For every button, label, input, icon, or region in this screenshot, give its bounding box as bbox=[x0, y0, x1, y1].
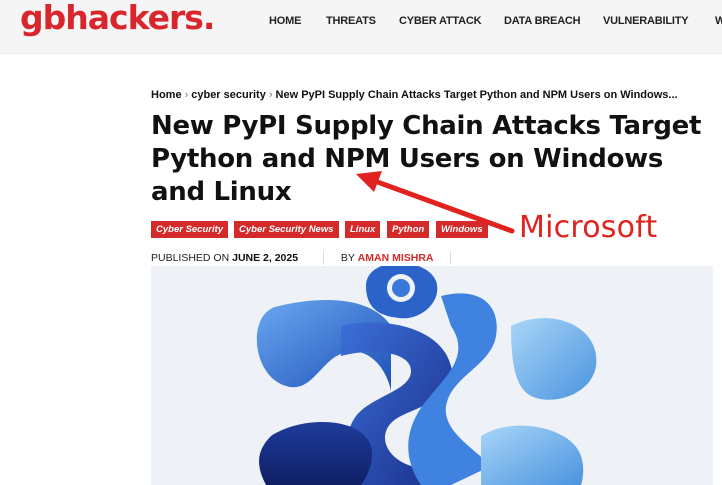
hero-image bbox=[151, 266, 713, 485]
published-prefix: PUBLISHED ON bbox=[151, 251, 230, 264]
article-title: New PyPI Supply Chain Attacks Target Pyt… bbox=[151, 111, 702, 207]
breadcrumb: Home › cyber security › New PyPI Supply Chai… bbox=[151, 89, 711, 101]
breadcrumb-home[interactable]: Home bbox=[151, 89, 182, 101]
meta-divider bbox=[323, 251, 324, 265]
nav-item-truncated[interactable]: W bbox=[715, 15, 722, 27]
nav-item-cyber-attack[interactable]: CYBER ATTACK bbox=[399, 15, 482, 27]
by-prefix: BY bbox=[340, 251, 355, 264]
article-meta: PUBLISHED ON JUNE 2, 2025 BY AMAN MISHRA bbox=[151, 251, 452, 265]
author-link[interactable]: AMAN MISHRA bbox=[358, 252, 434, 264]
breadcrumb-category[interactable]: cyber security bbox=[191, 89, 266, 101]
nav-item-threats[interactable]: THREATS bbox=[326, 15, 376, 27]
meta-divider bbox=[450, 251, 452, 265]
nav-item-data-breach[interactable]: DATA BREACH bbox=[504, 15, 581, 27]
tag-cyber-security-news[interactable]: Cyber Security News bbox=[234, 221, 339, 238]
published-date: JUNE 2, 2025 bbox=[232, 251, 299, 264]
site-header: gbhackers. HOME THREATS CYBER ATTACK DAT… bbox=[0, 0, 722, 54]
breadcrumb-current: New PyPI Supply Chain Attacks Target Pyt… bbox=[275, 89, 678, 101]
python-logo-abstract-icon bbox=[151, 266, 713, 485]
nav-item-home[interactable]: HOME bbox=[269, 15, 301, 27]
tag-python[interactable]: Python bbox=[387, 221, 430, 238]
nav-item-vulnerability[interactable]: VULNERABILITY bbox=[603, 15, 689, 27]
tag-windows[interactable]: Windows bbox=[436, 221, 488, 238]
breadcrumb-separator: › bbox=[268, 89, 273, 101]
breadcrumb-separator: › bbox=[184, 89, 189, 101]
annotation-label: Microsoft bbox=[519, 210, 658, 245]
tag-cyber-security[interactable]: Cyber Security bbox=[151, 221, 229, 238]
tag-linux[interactable]: Linux bbox=[345, 221, 381, 238]
main-nav: HOME THREATS CYBER ATTACK DATA BREACH VU… bbox=[0, 15, 722, 35]
